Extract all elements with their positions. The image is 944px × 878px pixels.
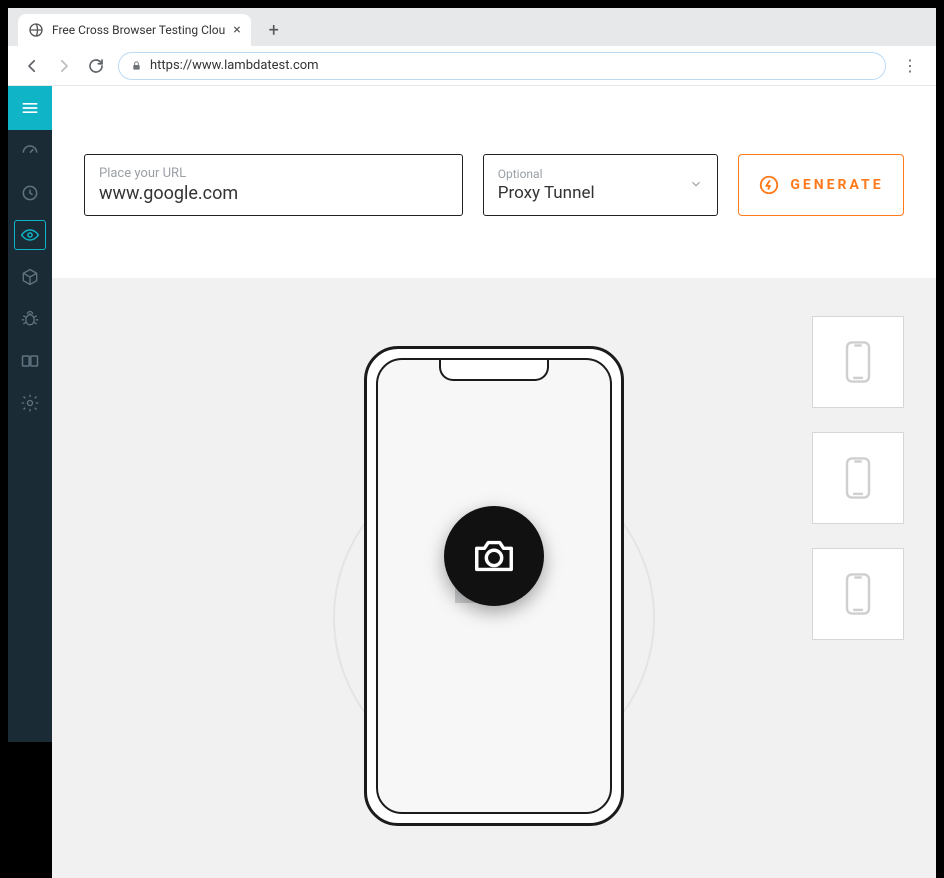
url-text: https://www.lambdatest.com	[150, 58, 319, 73]
sidebar	[8, 86, 52, 742]
generate-form: Place your URL www.google.com Optional P…	[52, 86, 936, 278]
browser-tab[interactable]: Free Cross Browser Testing Clou ×	[18, 14, 251, 46]
url-input[interactable]: https://www.lambdatest.com	[118, 52, 886, 80]
tab-favicon	[28, 22, 44, 38]
forward-button[interactable]	[54, 56, 74, 76]
lock-icon	[131, 60, 142, 71]
main-content: Place your URL www.google.com Optional P…	[52, 86, 936, 742]
sidebar-item-bug[interactable]	[8, 298, 52, 340]
device-thumb-list	[812, 316, 904, 640]
browser-window: Free Cross Browser Testing Clou × + http…	[8, 8, 936, 742]
sidebar-item-box[interactable]	[8, 256, 52, 298]
tab-title: Free Cross Browser Testing Clou	[52, 23, 225, 37]
generate-label: GENERATE	[790, 177, 883, 193]
url-value: www.google.com	[99, 183, 448, 204]
generate-button[interactable]: GENERATE	[738, 154, 904, 216]
sidebar-item-visual[interactable]	[8, 214, 52, 256]
device-thumb[interactable]	[812, 548, 904, 640]
new-tab-button[interactable]: +	[261, 17, 287, 43]
chevron-down-icon	[689, 176, 703, 195]
tab-strip: Free Cross Browser Testing Clou × +	[8, 8, 936, 46]
address-bar: https://www.lambdatest.com ⋮	[8, 46, 936, 86]
proxy-value: Proxy Tunnel	[498, 183, 595, 203]
close-icon[interactable]: ×	[233, 22, 240, 38]
url-label: Place your URL	[99, 166, 448, 181]
reload-button[interactable]	[86, 56, 106, 76]
device-thumb[interactable]	[812, 316, 904, 408]
app-body: Place your URL www.google.com Optional P…	[8, 86, 936, 742]
hamburger-button[interactable]	[8, 86, 52, 130]
sidebar-item-history[interactable]	[8, 172, 52, 214]
sidebar-item-settings[interactable]	[8, 382, 52, 424]
url-field[interactable]: Place your URL www.google.com	[84, 154, 463, 216]
capture-button[interactable]	[444, 506, 544, 606]
sidebar-item-compare[interactable]	[8, 340, 52, 382]
phone-notch	[439, 359, 549, 381]
sidebar-item-dashboard[interactable]	[8, 130, 52, 172]
browser-menu-icon[interactable]: ⋮	[898, 56, 922, 75]
proxy-tunnel-select[interactable]: Optional Proxy Tunnel	[483, 154, 718, 216]
back-button[interactable]	[22, 56, 42, 76]
device-thumb[interactable]	[812, 432, 904, 524]
proxy-label: Optional	[498, 167, 595, 181]
